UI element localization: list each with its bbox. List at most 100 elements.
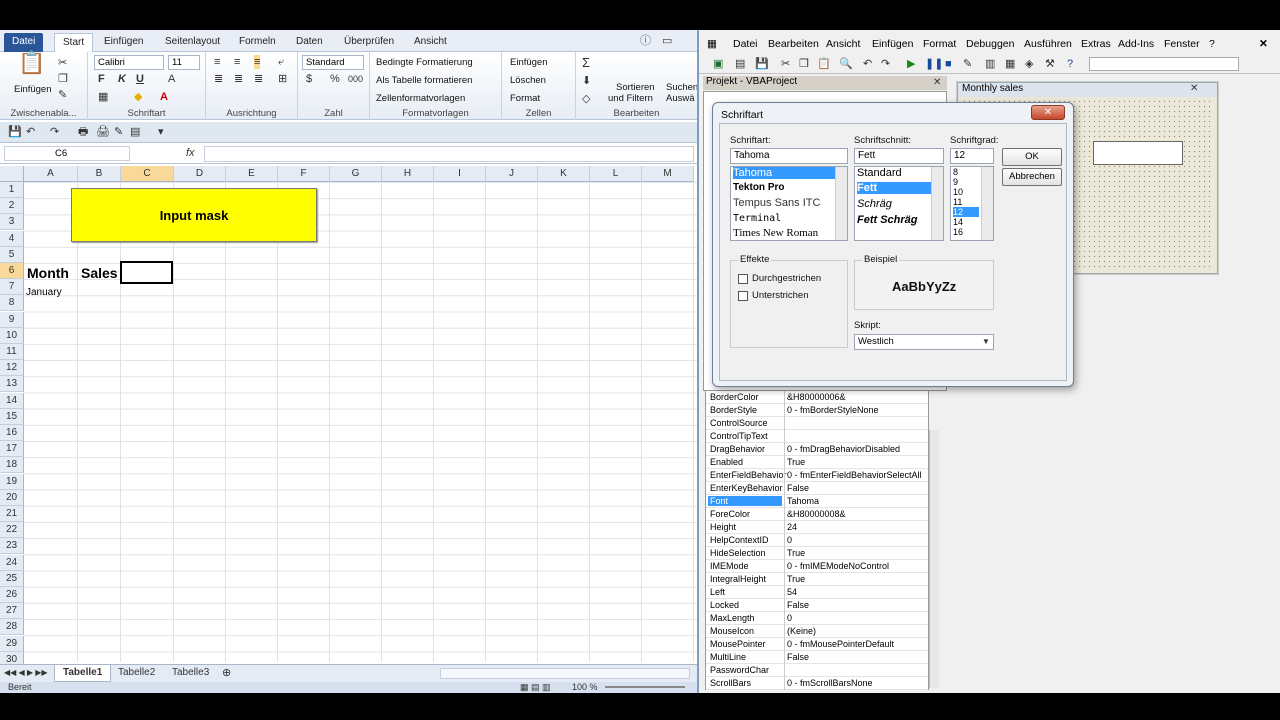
cell-a7[interactable]: January [26,287,62,298]
stop-icon[interactable]: ■ [945,57,952,71]
row-header[interactable]: 5 [0,246,24,263]
menu-addins[interactable]: Add-Ins [1118,38,1154,50]
size-item[interactable]: 11 [953,197,962,207]
pause-icon[interactable]: ❚❚ [925,57,943,71]
font-list[interactable]: Tahoma Tekton Pro Tempus Sans ITC Termin… [730,166,848,241]
property-row[interactable]: HideSelection True [706,547,928,560]
percent-icon[interactable]: % [330,72,340,86]
row-header[interactable]: 15 [0,408,24,425]
row-header[interactable]: 21 [0,506,24,522]
size-item[interactable]: 10 [953,187,963,197]
size-list[interactable]: 8 9 10 11 12 14 16 [950,166,994,241]
strikethrough-checkbox[interactable] [738,274,748,284]
project-explorer-icon[interactable]: ▥ [985,57,995,71]
row-header[interactable]: 9 [0,311,24,328]
delete-cells-button[interactable]: Löschen [510,75,546,86]
property-row[interactable]: ForeColor &H80000008& [706,508,928,521]
macro-icon[interactable]: ✎ [114,125,123,139]
property-row[interactable]: Locked False [706,599,928,612]
style-item[interactable]: Standard [857,167,902,179]
tab-start[interactable]: Start [54,33,94,52]
ok-button[interactable]: OK [1002,148,1062,166]
minimize-ribbon-icon[interactable]: ▭ [662,34,672,48]
zoom-slider[interactable] [605,686,685,688]
cut-icon[interactable]: ✂ [58,56,67,70]
property-value[interactable]: 54 [787,587,797,597]
format-as-table-button[interactable]: Als Tabelle formatieren [376,75,472,86]
fill-color-icon[interactable]: ◆ [134,90,142,104]
property-row[interactable]: ScrollBars 0 - fmScrollBarsNone [706,677,928,690]
row-header[interactable]: 28 [0,619,24,636]
property-value[interactable]: 0 - fmScrollBarsNone [787,678,873,688]
insert-userform-icon[interactable]: ▤ [735,57,745,71]
row-header[interactable]: 29 [0,635,24,652]
search-button[interactable]: Suchen [666,82,697,93]
italic-icon[interactable]: K [118,72,126,86]
size-item[interactable]: 16 [953,227,963,237]
align-top-icon[interactable]: ≡ [214,55,220,69]
row-header[interactable]: 4 [0,230,24,247]
property-row[interactable]: IntegralHeight True [706,573,928,586]
horizontal-scrollbar[interactable] [440,668,690,679]
customize-qat-icon[interactable]: ▾ [158,125,164,139]
cell-b6[interactable]: Sales [81,265,118,281]
font-item[interactable]: Times New Roman [733,227,818,239]
row-header[interactable]: 14 [0,392,24,409]
format-painter-icon[interactable]: ✎ [58,88,67,102]
column-header[interactable]: G [330,166,382,182]
size-item[interactable]: 14 [953,217,963,227]
tab-daten[interactable]: Daten [288,33,331,52]
cancel-button[interactable]: Abbrechen [1002,168,1062,186]
tab-ueberpruefen[interactable]: Überprüfen [336,33,402,52]
active-cell-c6[interactable] [120,261,173,284]
row-header[interactable]: 18 [0,457,24,474]
sheet-tab-3[interactable]: Tabelle3 [164,665,217,682]
conditional-formatting-button[interactable]: Bedingte Formatierung [376,57,473,68]
font-size-combo[interactable]: 11 [168,55,200,70]
row-header[interactable]: 1 [0,182,24,198]
vba-close-icon[interactable]: ✕ [1259,38,1268,50]
select-button[interactable]: Auswä [666,93,695,104]
row-header[interactable]: 2 [0,198,24,215]
property-row[interactable]: EnterKeyBehavior False [706,482,928,495]
row-header[interactable]: 11 [0,344,24,360]
row-header[interactable]: 22 [0,522,24,539]
property-row[interactable]: Left 54 [706,586,928,599]
name-box[interactable]: C6 [4,146,130,161]
property-row[interactable]: DragBehavior 0 - fmDragBehaviorDisabled [706,443,928,456]
property-value[interactable]: &H80000006& [787,392,846,402]
property-row[interactable]: MouseIcon (Keine) [706,625,928,638]
input-mask-button[interactable]: Input mask [71,188,317,242]
property-value[interactable]: 0 - fmIMEModeNoControl [787,561,889,571]
toolbox-icon[interactable]: ⚒ [1045,57,1055,71]
cut-vba-icon[interactable]: ✂ [781,57,790,71]
style-item[interactable]: Schräg [857,198,892,210]
undo-icon[interactable]: ↶ [26,125,35,139]
column-header[interactable]: K [538,166,590,182]
currency-icon[interactable]: $ [306,72,312,86]
column-header[interactable]: C [121,166,174,182]
new-sheet-icon[interactable]: ⊕ [222,666,231,680]
row-header[interactable]: 26 [0,587,24,603]
align-center-icon[interactable]: ≣ [234,72,243,86]
menu-debuggen[interactable]: Debuggen [966,38,1014,50]
property-value[interactable]: 0 - fmMousePointerDefault [787,639,894,649]
size-item[interactable]: 12 [953,207,979,217]
help-vba-icon[interactable]: ? [1067,57,1073,71]
font-input[interactable]: Tahoma [730,148,848,164]
property-row[interactable]: Font Tahoma [706,495,928,508]
row-header[interactable]: 17 [0,441,24,458]
align-bottom-icon[interactable]: ≡ [254,55,261,69]
zoom-level[interactable]: 100 % [572,682,598,692]
view-excel-icon[interactable]: ▣ [713,57,723,71]
size-list-scrollbar[interactable] [981,167,993,240]
formula-input[interactable] [204,146,694,162]
property-row[interactable]: EnterFieldBehavior 0 - fmEnterFieldBehavi… [706,469,928,482]
size-input[interactable]: 12 [950,148,994,164]
menu-ausfuehren[interactable]: Ausführen [1024,38,1072,50]
row-header[interactable]: 3 [0,214,24,231]
row-header[interactable]: 7 [0,279,24,296]
find-icon[interactable]: 🔍 [839,57,853,71]
tab-ansicht[interactable]: Ansicht [406,33,455,52]
cell-grid[interactable] [24,182,697,662]
